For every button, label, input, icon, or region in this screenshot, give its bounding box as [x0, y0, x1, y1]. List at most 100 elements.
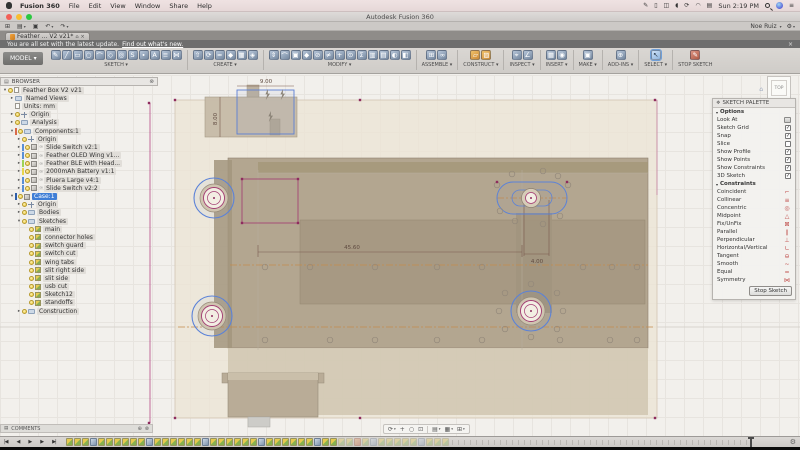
timeline-feature-icon[interactable]	[322, 438, 329, 446]
scripts-addins-button[interactable]: ⊕	[616, 50, 626, 60]
create-sketch-button[interactable]: ✎	[51, 50, 61, 60]
polygon-button[interactable]: ◇	[106, 50, 116, 60]
section-analysis-button[interactable]: ∠	[523, 50, 533, 60]
timeline-position-marker[interactable]	[750, 438, 752, 447]
tangent-constraint-button[interactable]: ⊖	[783, 253, 791, 260]
visibility-bulb-icon[interactable]	[22, 309, 27, 314]
stop-sketch-button[interactable]: Stop Sketch	[749, 286, 792, 296]
timeline-feature-icon-rolled[interactable]	[386, 438, 393, 446]
select-tool-button[interactable]: ↖	[651, 50, 661, 60]
close-window-button[interactable]	[6, 14, 12, 20]
browser-row-origin[interactable]: ▸Origin	[0, 111, 158, 119]
visibility-bulb-icon[interactable]	[25, 186, 30, 191]
move-button[interactable]: +	[335, 50, 345, 60]
usb-connector[interactable]	[222, 373, 324, 427]
timeline-feature-icon[interactable]	[242, 438, 249, 446]
apple-icon[interactable]	[6, 2, 12, 9]
browser-row-analysis[interactable]: ▸Analysis	[0, 119, 158, 127]
visibility-bulb-icon[interactable]	[29, 243, 34, 248]
concentric-constraint-button[interactable]: ◎	[783, 205, 791, 212]
body-recess[interactable]	[300, 220, 645, 304]
visibility-bulb-icon[interactable]	[15, 120, 20, 125]
timeline-feature-icon[interactable]	[202, 438, 209, 446]
browser-row-slit-right-side[interactable]: slit right side	[0, 266, 158, 274]
visibility-bulb-icon[interactable]	[22, 202, 27, 207]
whats-new-link[interactable]: Find out what's new.	[122, 41, 183, 48]
line-button[interactable]: ╱	[62, 50, 72, 60]
user-menu[interactable]: Noe Ruiz ▾	[750, 23, 781, 30]
browser-header[interactable]: ▤ BROWSER ⊗	[0, 77, 158, 86]
browser-row-switch-guard[interactable]: switch guard	[0, 242, 158, 250]
timeline-feature-icon[interactable]	[306, 438, 313, 446]
timeline-feature-icon[interactable]	[210, 438, 217, 446]
joint-button[interactable]: ∞	[437, 50, 447, 60]
box-button[interactable]: ◈	[248, 50, 258, 60]
timeline-feature-icon-rolled[interactable]	[418, 438, 425, 446]
look-at-button[interactable]	[784, 117, 791, 123]
switch-selection-box[interactable]	[237, 90, 294, 134]
sketch-palette-header[interactable]: ❖ SKETCH PALETTE	[713, 99, 795, 108]
file-menu-icon[interactable]: ▤▾	[17, 23, 26, 30]
redo-icon[interactable]: ↷▾	[60, 23, 68, 30]
midpoint-constraint-button[interactable]: △	[783, 213, 791, 220]
step-forward-button[interactable]: ▶	[40, 439, 43, 445]
horizontal-vertical-constraint-button[interactable]: ∟	[783, 245, 791, 252]
show-points-checkbox[interactable]: ✓	[785, 157, 791, 163]
visibility-bulb-icon[interactable]	[22, 137, 27, 142]
canvas-image-button[interactable]: ◉	[557, 50, 567, 60]
close-tab-icon[interactable]: ×	[81, 34, 85, 40]
timeline-feature-icon-rolled[interactable]	[442, 438, 449, 446]
timeline-feature-icon[interactable]	[146, 438, 153, 446]
browser-row-case-1[interactable]: ▾Case:1	[0, 192, 158, 200]
browser-row-slide-switch-v2-1[interactable]: ▸∞Slide Switch v2:1	[0, 143, 158, 151]
zoom-icon[interactable]: ○	[409, 426, 414, 433]
dimension-switch-height[interactable]: 8.00	[213, 112, 219, 125]
visibility-bulb-icon[interactable]	[18, 194, 23, 199]
visibility-bulb-icon[interactable]	[29, 235, 34, 240]
axis-button[interactable]: ▨	[481, 50, 491, 60]
document-tab[interactable]: Feather ... V2 v21* ⌂ ×	[5, 32, 90, 40]
timeline-feature-icon-rolled[interactable]	[434, 438, 441, 446]
timeline-feature-icon[interactable]	[90, 438, 97, 446]
timeline-feature-icon[interactable]	[194, 438, 201, 446]
visibility-bulb-icon[interactable]	[8, 88, 13, 93]
stop-sketch-button[interactable]: ✎	[690, 50, 700, 60]
snap-checkbox[interactable]: ✓	[785, 133, 791, 139]
visibility-bulb-icon[interactable]	[29, 251, 34, 256]
timeline-feature-icon[interactable]	[282, 438, 289, 446]
timeline-feature-icon[interactable]	[250, 438, 257, 446]
go-to-end-button[interactable]: ▶|	[52, 439, 56, 445]
switch-detail[interactable]: 9.00 8.00	[205, 79, 297, 137]
timeline-feature-icon-rolled[interactable]	[338, 438, 345, 446]
browser-row-standoffs[interactable]: standoffs	[0, 299, 158, 307]
standoff-bottom-left[interactable]	[192, 296, 232, 336]
browser-row-sketches[interactable]: ▾Sketches	[0, 217, 158, 225]
visibility-bulb-icon[interactable]	[22, 219, 27, 224]
timeline-feature-icon-rolled[interactable]	[362, 438, 369, 446]
menubar-clock[interactable]: Sun 2:19 PM	[718, 2, 759, 10]
timeline-feature-icon-rolled[interactable]	[370, 438, 377, 446]
timeline-feature-icon[interactable]	[98, 438, 105, 446]
browser-row-2000mah-battery-v1-1[interactable]: ▸∞2000mAh Battery v1:1	[0, 168, 158, 176]
browser-row-wing-tabs[interactable]: wing tabs	[0, 258, 158, 266]
visibility-bulb-icon[interactable]	[29, 268, 34, 273]
parallel-constraint-button[interactable]: ∥	[783, 229, 791, 236]
visibility-bulb-icon[interactable]	[18, 129, 23, 134]
fit-icon[interactable]: ⊡	[418, 426, 423, 433]
orbit-icon[interactable]: ⟳▾	[388, 426, 396, 433]
browser-row-units-mm[interactable]: Units: mm	[0, 102, 158, 110]
appearance-button[interactable]: ▤	[379, 50, 389, 60]
browser-row-origin[interactable]: ▸Origin	[0, 135, 158, 143]
monitor-icon[interactable]: ▤	[707, 3, 713, 9]
siri-icon[interactable]	[776, 2, 783, 9]
browser-row-connector-holes[interactable]: connector holes	[0, 233, 158, 241]
menu-edit[interactable]: Edit	[89, 2, 102, 10]
pattern-button[interactable]: ▦	[237, 50, 247, 60]
collinear-constraint-button[interactable]: ≡	[783, 197, 791, 204]
browser-row-origin[interactable]: ▸Origin	[0, 201, 158, 209]
browser-row-main[interactable]: main	[0, 225, 158, 233]
timeline-feature-icon-rolled[interactable]	[346, 438, 353, 446]
visibility-bulb-icon[interactable]	[29, 292, 34, 297]
browser-row-feather-oled-wing-v1-[interactable]: ▸∞Feather OLED Wing v1...	[0, 152, 158, 160]
home-icon[interactable]: ⌂	[75, 34, 78, 40]
